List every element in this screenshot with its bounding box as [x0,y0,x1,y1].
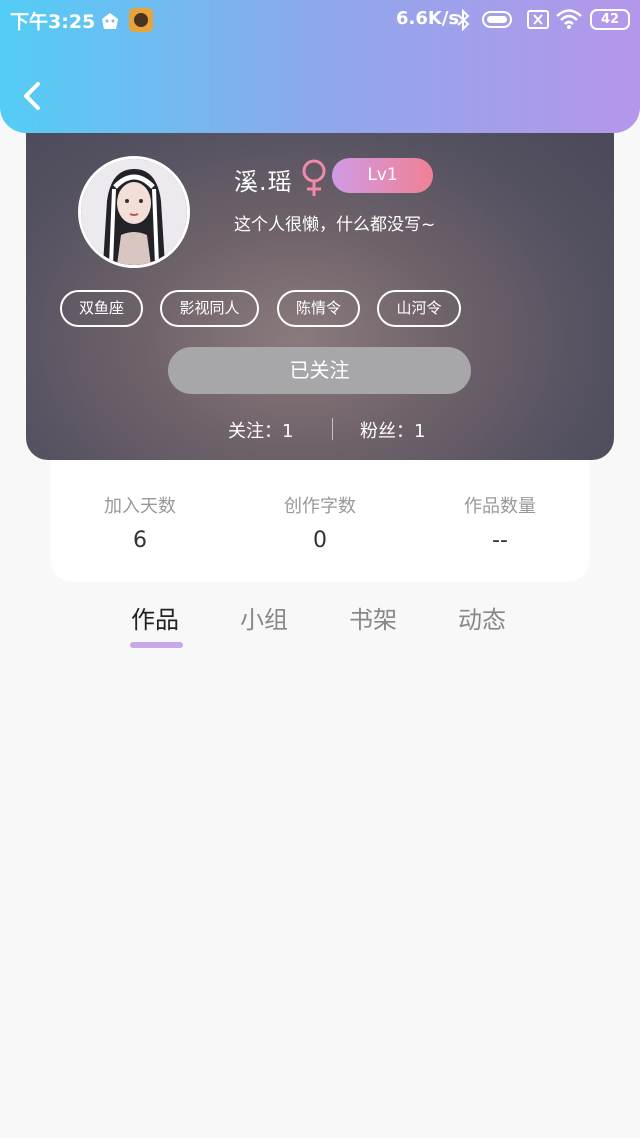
stat-label: 作品数量 [464,496,536,517]
stat-label: 创作字数 [284,496,356,517]
stat-value: 0 [313,528,327,553]
tab-groups[interactable]: 小组 [240,600,288,635]
tag-item[interactable]: 陈情令 [277,290,360,327]
following-count[interactable]: 关注：1 [228,417,293,443]
stat-works-count: 作品数量 -- [430,492,570,553]
stat-label: 加入天数 [104,496,176,517]
tag-item[interactable]: 山河令 [377,290,461,327]
followers-count[interactable]: 粉丝：1 [360,417,425,443]
tab-bookshelf[interactable]: 书架 [349,600,397,635]
counts-divider [332,418,333,440]
top-header: 下午3:25 6.6K/s 42 [0,0,640,133]
avatar[interactable] [78,156,190,268]
tab-works[interactable]: 作品 [131,600,179,635]
status-time: 下午3:25 [10,11,96,33]
stats-card: 加入天数 6 创作字数 0 作品数量 -- [51,440,589,582]
stat-word-count: 创作字数 0 [250,492,390,553]
sim-off-icon [527,10,549,29]
profile-name: 溪.瑶 [234,168,293,196]
stat-join-days: 加入天数 6 [70,492,210,553]
chevron-left-icon[interactable] [18,78,48,114]
app-notification-icon [102,13,118,29]
profile-bio: 这个人很懒，什么都没写~ [234,215,436,235]
follow-button[interactable]: 已关注 [168,347,471,394]
stat-value: -- [492,528,508,553]
wifi-icon [556,9,582,29]
tag-item[interactable]: 双鱼座 [60,290,143,327]
active-tab-indicator [130,642,183,648]
avatar-illustration [81,159,187,265]
tab-activity[interactable]: 动态 [458,600,506,635]
app-game-icon [129,8,153,32]
stat-value: 6 [133,528,147,553]
level-badge: Lv1 [332,158,433,193]
toggle-icon [482,11,512,28]
bluetooth-icon [457,8,470,32]
tag-item[interactable]: 影视同人 [160,290,259,327]
network-speed: 6.6K/s [396,8,460,29]
battery-icon: 42 [590,9,630,30]
female-icon [302,159,326,196]
profile-card: 溪.瑶 Lv1 这个人很懒，什么都没写~ 双鱼座 影视同人 陈情令 山河令 已关… [26,110,614,460]
status-bar: 下午3:25 6.6K/s 42 [0,0,640,40]
